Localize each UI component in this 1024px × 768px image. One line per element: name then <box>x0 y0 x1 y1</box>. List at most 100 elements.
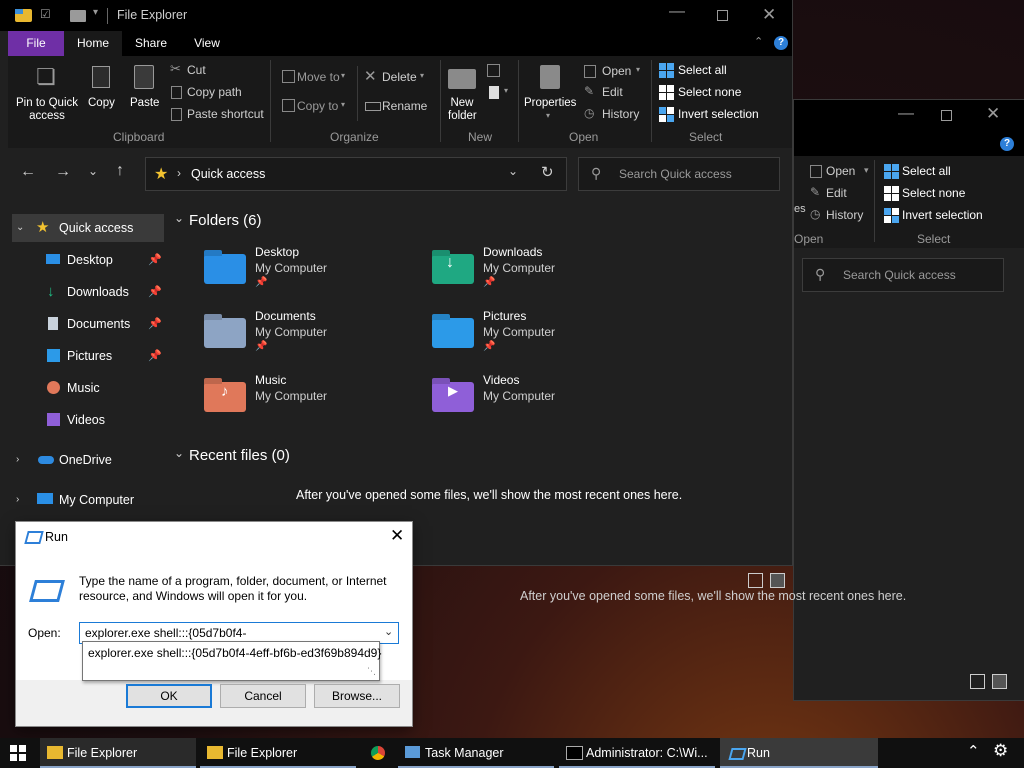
folder-item-pictures[interactable]: Pictures My Computer 📌 <box>432 308 652 358</box>
close-icon[interactable]: ✕ <box>986 104 1000 124</box>
paste-shortcut-icon[interactable] <box>171 108 182 121</box>
edit-icon[interactable]: ✎ <box>584 84 594 98</box>
close-icon[interactable]: ✕ <box>390 526 404 546</box>
ok-button[interactable]: OK <box>126 684 212 708</box>
open-icon[interactable] <box>810 165 822 178</box>
edit-button[interactable]: Edit <box>826 186 847 200</box>
recent-locations-button[interactable]: ⌄ <box>88 164 98 178</box>
minimize-icon[interactable]: — <box>669 3 685 21</box>
taskbar-item-task-manager[interactable]: Task Manager <box>398 738 554 768</box>
sidebar-item-documents[interactable]: Documents 📌 <box>12 310 164 338</box>
select-all-icon[interactable] <box>659 63 674 78</box>
tab-home[interactable]: Home <box>64 31 122 56</box>
invert-selection-button[interactable]: Invert selection <box>902 208 983 222</box>
new-folder-icon[interactable] <box>448 69 476 89</box>
forward-button[interactable]: → <box>55 163 71 181</box>
title-bar[interactable]: — ✕ <box>794 100 1024 131</box>
chevron-right-icon[interactable]: › <box>16 446 19 474</box>
easy-access-icon[interactable] <box>489 86 499 99</box>
properties-quick-icon[interactable]: ☑ <box>40 7 51 21</box>
minimize-icon[interactable]: — <box>898 105 914 123</box>
chevron-down-icon[interactable]: ⌄ <box>174 211 184 225</box>
folder-item-downloads[interactable]: ↓ Downloads My Computer 📌 <box>432 244 652 294</box>
chevron-down-icon[interactable]: ▾ <box>341 100 345 109</box>
chevron-down-icon[interactable]: ▾ <box>546 111 550 120</box>
open-button[interactable]: Open <box>826 164 855 178</box>
cut-icon[interactable]: ✂ <box>170 61 181 77</box>
folder-item-videos[interactable]: ▶ Videos My Computer <box>432 372 652 422</box>
taskbar-item-file-explorer-2[interactable]: File Explorer <box>200 738 356 768</box>
chevron-down-icon[interactable]: ▾ <box>504 86 508 95</box>
sidebar-item-my-computer[interactable]: › My Computer <box>12 486 164 514</box>
large-icons-view-icon[interactable] <box>992 674 1007 689</box>
copy-icon[interactable] <box>92 66 110 88</box>
copy-path-button[interactable]: Copy path <box>187 85 242 99</box>
paste-icon[interactable] <box>134 65 154 89</box>
select-none-button[interactable]: Select none <box>678 85 741 99</box>
refresh-icon[interactable]: ↻ <box>541 163 554 181</box>
file-explorer-window[interactable]: ☑ ▾ File Explorer — ✕ File Home Share Vi… <box>0 0 792 565</box>
sidebar-item-quick-access[interactable]: ⌄ ★ Quick access <box>12 214 164 242</box>
start-button[interactable] <box>10 745 26 761</box>
taskbar-item-file-explorer[interactable]: File Explorer <box>40 738 196 768</box>
help-icon[interactable]: ? <box>774 36 788 50</box>
breadcrumb-chevron-icon[interactable]: › <box>177 166 181 180</box>
settings-gear-icon[interactable]: ⚙ <box>993 741 1008 761</box>
folder-item-music[interactable]: ♪ Music My Computer <box>204 372 424 422</box>
search-box[interactable]: ⚲ Search Quick access <box>578 157 780 191</box>
history-icon[interactable]: ◷ <box>584 106 594 120</box>
properties-icon[interactable] <box>540 65 560 89</box>
collapse-ribbon-icon[interactable]: ⌃ <box>754 35 763 48</box>
open-button[interactable]: Open <box>602 64 631 78</box>
move-to-icon[interactable] <box>282 70 295 83</box>
address-dropdown-icon[interactable]: ⌄ <box>508 164 518 178</box>
new-folder-quick-icon[interactable] <box>70 10 86 22</box>
edit-icon[interactable]: ✎ <box>810 185 820 199</box>
back-button[interactable]: ← <box>20 163 36 181</box>
details-view-icon[interactable] <box>970 674 985 689</box>
file-explorer-window-background[interactable]: — ✕ ? es Open ▾ ✎ Edit ◷ History Open Se… <box>520 100 1024 700</box>
autocomplete-suggestion[interactable]: explorer.exe shell:::{05d7b0f4-4eff-bf6b… <box>88 646 381 660</box>
run-title-bar[interactable]: Run ✕ <box>16 522 412 552</box>
folder-item-desktop[interactable]: Desktop My Computer 📌 <box>204 244 424 294</box>
select-none-icon[interactable] <box>659 85 674 100</box>
select-all-button[interactable]: Select all <box>902 164 951 178</box>
sidebar-item-desktop[interactable]: Desktop 📌 <box>12 246 164 274</box>
resize-grip-icon[interactable]: ⋱ <box>367 666 376 677</box>
tab-share[interactable]: Share <box>130 31 172 56</box>
rename-icon[interactable] <box>365 102 381 111</box>
chevron-down-icon[interactable]: ▾ <box>420 71 424 80</box>
copy-button[interactable]: Copy <box>88 97 115 109</box>
search-box[interactable]: ⚲ Search Quick access <box>802 258 1004 292</box>
edit-button[interactable]: Edit <box>602 85 623 99</box>
maximize-icon[interactable] <box>717 10 728 21</box>
tab-view[interactable]: View <box>186 31 228 56</box>
paste-shortcut-button[interactable]: Paste shortcut <box>187 107 264 121</box>
open-icon[interactable] <box>584 65 596 78</box>
address-bar[interactable]: ★ › Quick access ⌄ ↻ <box>145 157 567 191</box>
history-button[interactable]: History <box>826 208 863 222</box>
new-item-icon[interactable] <box>487 64 500 77</box>
copy-to-icon[interactable] <box>282 99 295 112</box>
sidebar-item-onedrive[interactable]: › OneDrive <box>12 446 164 474</box>
invert-selection-icon[interactable] <box>884 208 899 223</box>
sidebar-item-downloads[interactable]: ↓ Downloads 📌 <box>12 278 164 306</box>
run-dialog[interactable]: Run ✕ Type the name of a program, folder… <box>16 522 412 726</box>
sidebar-item-pictures[interactable]: Pictures 📌 <box>12 342 164 370</box>
select-all-button[interactable]: Select all <box>678 63 727 77</box>
chevron-down-icon[interactable]: ▾ <box>636 65 640 74</box>
close-icon[interactable]: ✕ <box>762 5 776 25</box>
invert-selection-icon[interactable] <box>659 107 674 122</box>
large-icons-view-icon[interactable] <box>770 573 785 588</box>
delete-button[interactable]: Delete <box>382 70 417 84</box>
select-none-button[interactable]: Select none <box>902 186 965 200</box>
chevron-down-icon[interactable]: ▾ <box>341 71 345 80</box>
chevron-down-icon[interactable]: ⌄ <box>16 214 24 242</box>
browse-button[interactable]: Browse... <box>314 684 400 708</box>
history-icon[interactable]: ◷ <box>810 207 820 221</box>
copy-to-button[interactable]: Copy to <box>297 99 338 113</box>
delete-icon[interactable]: ✕ <box>364 67 377 85</box>
pin-icon[interactable]: ❏ <box>36 64 56 90</box>
cut-button[interactable]: Cut <box>187 63 206 77</box>
chrome-icon[interactable] <box>371 746 385 760</box>
